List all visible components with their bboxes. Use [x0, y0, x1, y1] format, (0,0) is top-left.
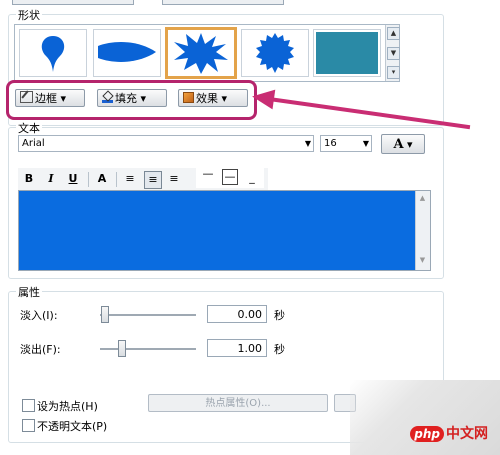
opaque-text-checkbox[interactable] [22, 419, 35, 432]
font-size-select[interactable]: 16 ▼ [320, 135, 372, 152]
font-size-value: 16 [324, 138, 337, 149]
scroll-down-icon[interactable]: ▼ [417, 255, 428, 266]
opaque-text-label: 不透明文本(P) [37, 420, 108, 433]
bullet-shape-icon [98, 42, 156, 62]
starburst-shape-icon [174, 33, 228, 74]
text-editor[interactable]: ▲ ▼ [18, 190, 431, 271]
fade-out-label: 淡出(F): [20, 343, 61, 356]
watermark-background [350, 380, 500, 455]
text-group-title: 文本 [16, 120, 42, 136]
font-color-label: A [393, 137, 404, 152]
top-partial-button-1[interactable] [12, 0, 134, 5]
chevron-down-icon: ▼ [362, 139, 369, 148]
chevron-down-icon: ▾ [407, 138, 413, 151]
fade-in-slider-thumb[interactable] [101, 306, 109, 323]
fade-out-slider-thumb[interactable] [118, 340, 126, 357]
scroll-more-icon[interactable]: ▾ [387, 66, 400, 79]
bold-button[interactable]: B [21, 171, 37, 187]
valign-top-button[interactable]: — [200, 166, 216, 182]
gallery-scrollbar[interactable]: ▲ ▼ ▾ [385, 25, 400, 81]
align-left-button[interactable]: ≡ [122, 171, 138, 187]
shape-gallery[interactable]: ▲ ▼ ▾ [14, 24, 400, 82]
fade-out-unit: 秒 [274, 343, 285, 356]
rectangle-shape-icon [316, 32, 378, 74]
hotspot-checkbox[interactable] [22, 399, 35, 412]
font-family-value: Arial [22, 138, 45, 149]
toolbar-separator [116, 172, 117, 187]
watermark-text: 中文网 [446, 426, 488, 442]
scroll-down-icon[interactable]: ▼ [387, 47, 400, 60]
annotation-arrow-icon [250, 86, 276, 110]
shape-thumb-teardrop[interactable] [19, 29, 87, 77]
fade-in-unit: 秒 [274, 309, 285, 322]
underline-button[interactable]: U [65, 171, 81, 187]
editor-scrollbar[interactable]: ▲ ▼ [415, 191, 430, 270]
properties-group-title: 属性 [16, 284, 42, 300]
shape-thumb-seal[interactable] [241, 29, 309, 77]
valign-bottom-button[interactable]: _ [244, 170, 260, 186]
align-right-button[interactable]: ≡ [166, 171, 182, 187]
shape-thumb-rectangle[interactable] [313, 29, 381, 77]
chevron-down-icon: ▼ [304, 139, 311, 148]
align-center-button[interactable]: ≡ [144, 171, 162, 189]
fade-in-slider-track[interactable] [100, 314, 196, 317]
fade-in-input[interactable]: 0.00 [207, 305, 267, 323]
php-logo-icon: php [410, 426, 444, 442]
hotspot-label: 设为热点(H) [37, 400, 98, 413]
text-color-button[interactable]: A [94, 171, 110, 187]
italic-button[interactable]: I [43, 171, 59, 187]
watermark-logo: php 中文网 [410, 423, 488, 443]
font-family-select[interactable]: Arial ▼ [18, 135, 314, 152]
shape-thumb-bullet[interactable] [93, 29, 161, 77]
scroll-up-icon[interactable]: ▲ [417, 193, 428, 204]
font-color-button[interactable]: A ▾ [381, 134, 425, 154]
seal-shape-icon [256, 33, 294, 73]
hotspot-properties-button[interactable]: 热点属性(O)... [148, 394, 328, 412]
fade-in-label: 淡入(I): [20, 309, 58, 322]
top-partial-button-2[interactable] [162, 0, 284, 5]
shape-thumb-starburst-selected[interactable] [165, 27, 237, 79]
fade-out-input[interactable]: 1.00 [207, 339, 267, 357]
shape-group-title: 形状 [16, 7, 42, 23]
valign-middle-button[interactable]: — [222, 169, 238, 185]
teardrop-shape-icon [41, 36, 65, 72]
toolbar-separator [88, 172, 89, 187]
fade-out-slider-track[interactable] [100, 348, 196, 351]
annotation-highlight-box [6, 80, 257, 120]
scroll-up-icon[interactable]: ▲ [387, 27, 400, 40]
